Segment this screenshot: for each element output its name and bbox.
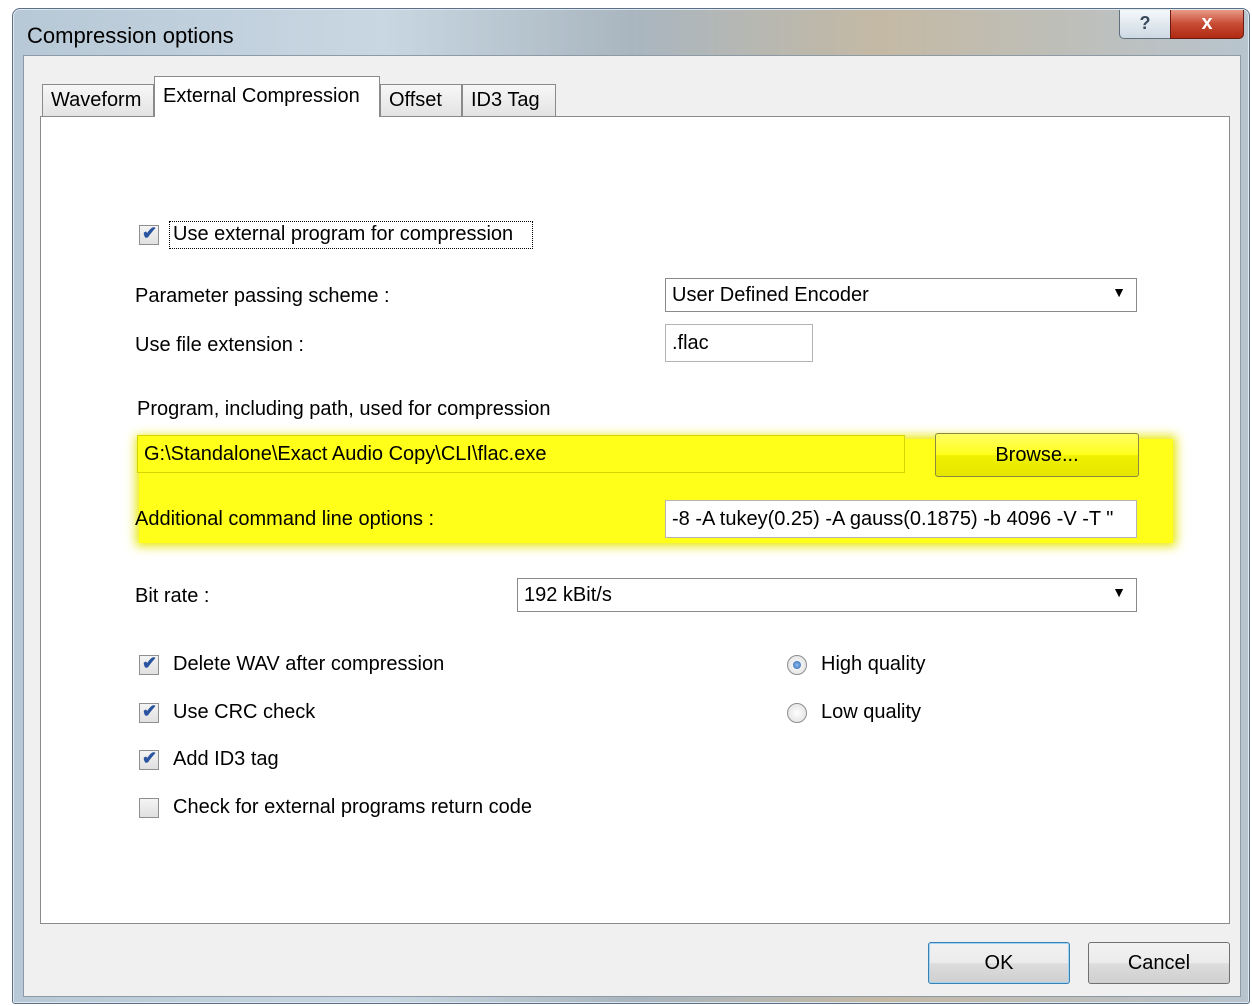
- checkmark-icon: ✔: [142, 701, 158, 721]
- tab-external-compression[interactable]: External Compression: [154, 76, 380, 117]
- crc-check-checkbox[interactable]: ✔: [139, 701, 159, 723]
- low-quality-radio[interactable]: [787, 703, 807, 723]
- high-quality-radio[interactable]: [787, 655, 807, 675]
- high-quality-label[interactable]: High quality: [821, 653, 926, 676]
- add-id3-label[interactable]: Add ID3 tag: [173, 748, 279, 771]
- chevron-down-icon: ▼: [1112, 284, 1126, 300]
- bit-rate-label: Bit rate :: [135, 585, 210, 607]
- file-extension-value: .flac: [672, 332, 709, 354]
- ok-button[interactable]: OK: [928, 942, 1070, 984]
- close-button[interactable]: x: [1170, 10, 1244, 39]
- browse-button[interactable]: Browse...: [935, 433, 1139, 477]
- file-extension-label: Use file extension :: [135, 334, 304, 356]
- window-title: Compression options: [27, 23, 234, 48]
- checkmark-icon: ✔: [142, 748, 158, 768]
- parameter-scheme-select[interactable]: User Defined Encoder ▼: [665, 278, 1137, 312]
- delete-wav-checkbox[interactable]: ✔: [139, 653, 159, 675]
- additional-options-value: -8 -A tukey(0.25) -A gauss(0.1875) -b 40…: [672, 508, 1114, 530]
- cancel-button[interactable]: Cancel: [1088, 942, 1230, 984]
- program-path-input[interactable]: G:\Standalone\Exact Audio Copy\CLI\flac.…: [137, 435, 905, 473]
- delete-wav-label[interactable]: Delete WAV after compression: [173, 653, 444, 676]
- file-extension-input[interactable]: .flac: [665, 324, 813, 362]
- checkmark-icon: ✔: [142, 223, 158, 243]
- external-compression-panel: ✔ Use external program for compression P…: [40, 116, 1230, 924]
- program-path-value: G:\Standalone\Exact Audio Copy\CLI\flac.…: [144, 443, 547, 465]
- crc-check-label[interactable]: Use CRC check: [173, 701, 315, 724]
- additional-options-label: Additional command line options :: [135, 508, 435, 530]
- tab-waveform[interactable]: Waveform: [42, 84, 154, 116]
- low-quality-label[interactable]: Low quality: [821, 701, 921, 724]
- bit-rate-select[interactable]: 192 kBit/s ▼: [517, 578, 1137, 612]
- chevron-down-icon: ▼: [1112, 584, 1126, 600]
- checkmark-icon: ✔: [142, 653, 158, 673]
- help-button[interactable]: ?: [1119, 10, 1171, 39]
- program-path-label: Program, including path, used for compre…: [137, 398, 551, 420]
- parameter-scheme-value: User Defined Encoder: [672, 284, 869, 306]
- focus-rect: [169, 221, 533, 249]
- title-bar[interactable]: Compression options ? x: [13, 9, 1249, 55]
- dialog-client-area: Waveform External Compression Offset ID3…: [23, 55, 1241, 997]
- parameter-scheme-label: Parameter passing scheme :: [135, 285, 390, 307]
- return-code-checkbox[interactable]: [139, 798, 159, 818]
- add-id3-checkbox[interactable]: ✔: [139, 748, 159, 770]
- tab-offset[interactable]: Offset: [380, 84, 462, 116]
- tab-id3-tag[interactable]: ID3 Tag: [462, 84, 556, 116]
- additional-options-input[interactable]: -8 -A tukey(0.25) -A gauss(0.1875) -b 40…: [665, 500, 1137, 538]
- return-code-label[interactable]: Check for external programs return code: [173, 796, 532, 819]
- use-external-program-checkbox[interactable]: ✔: [139, 223, 159, 245]
- radio-dot-icon: [793, 661, 801, 669]
- compression-options-dialog: Compression options ? x Waveform Externa…: [12, 8, 1250, 1004]
- bit-rate-value: 192 kBit/s: [524, 584, 612, 606]
